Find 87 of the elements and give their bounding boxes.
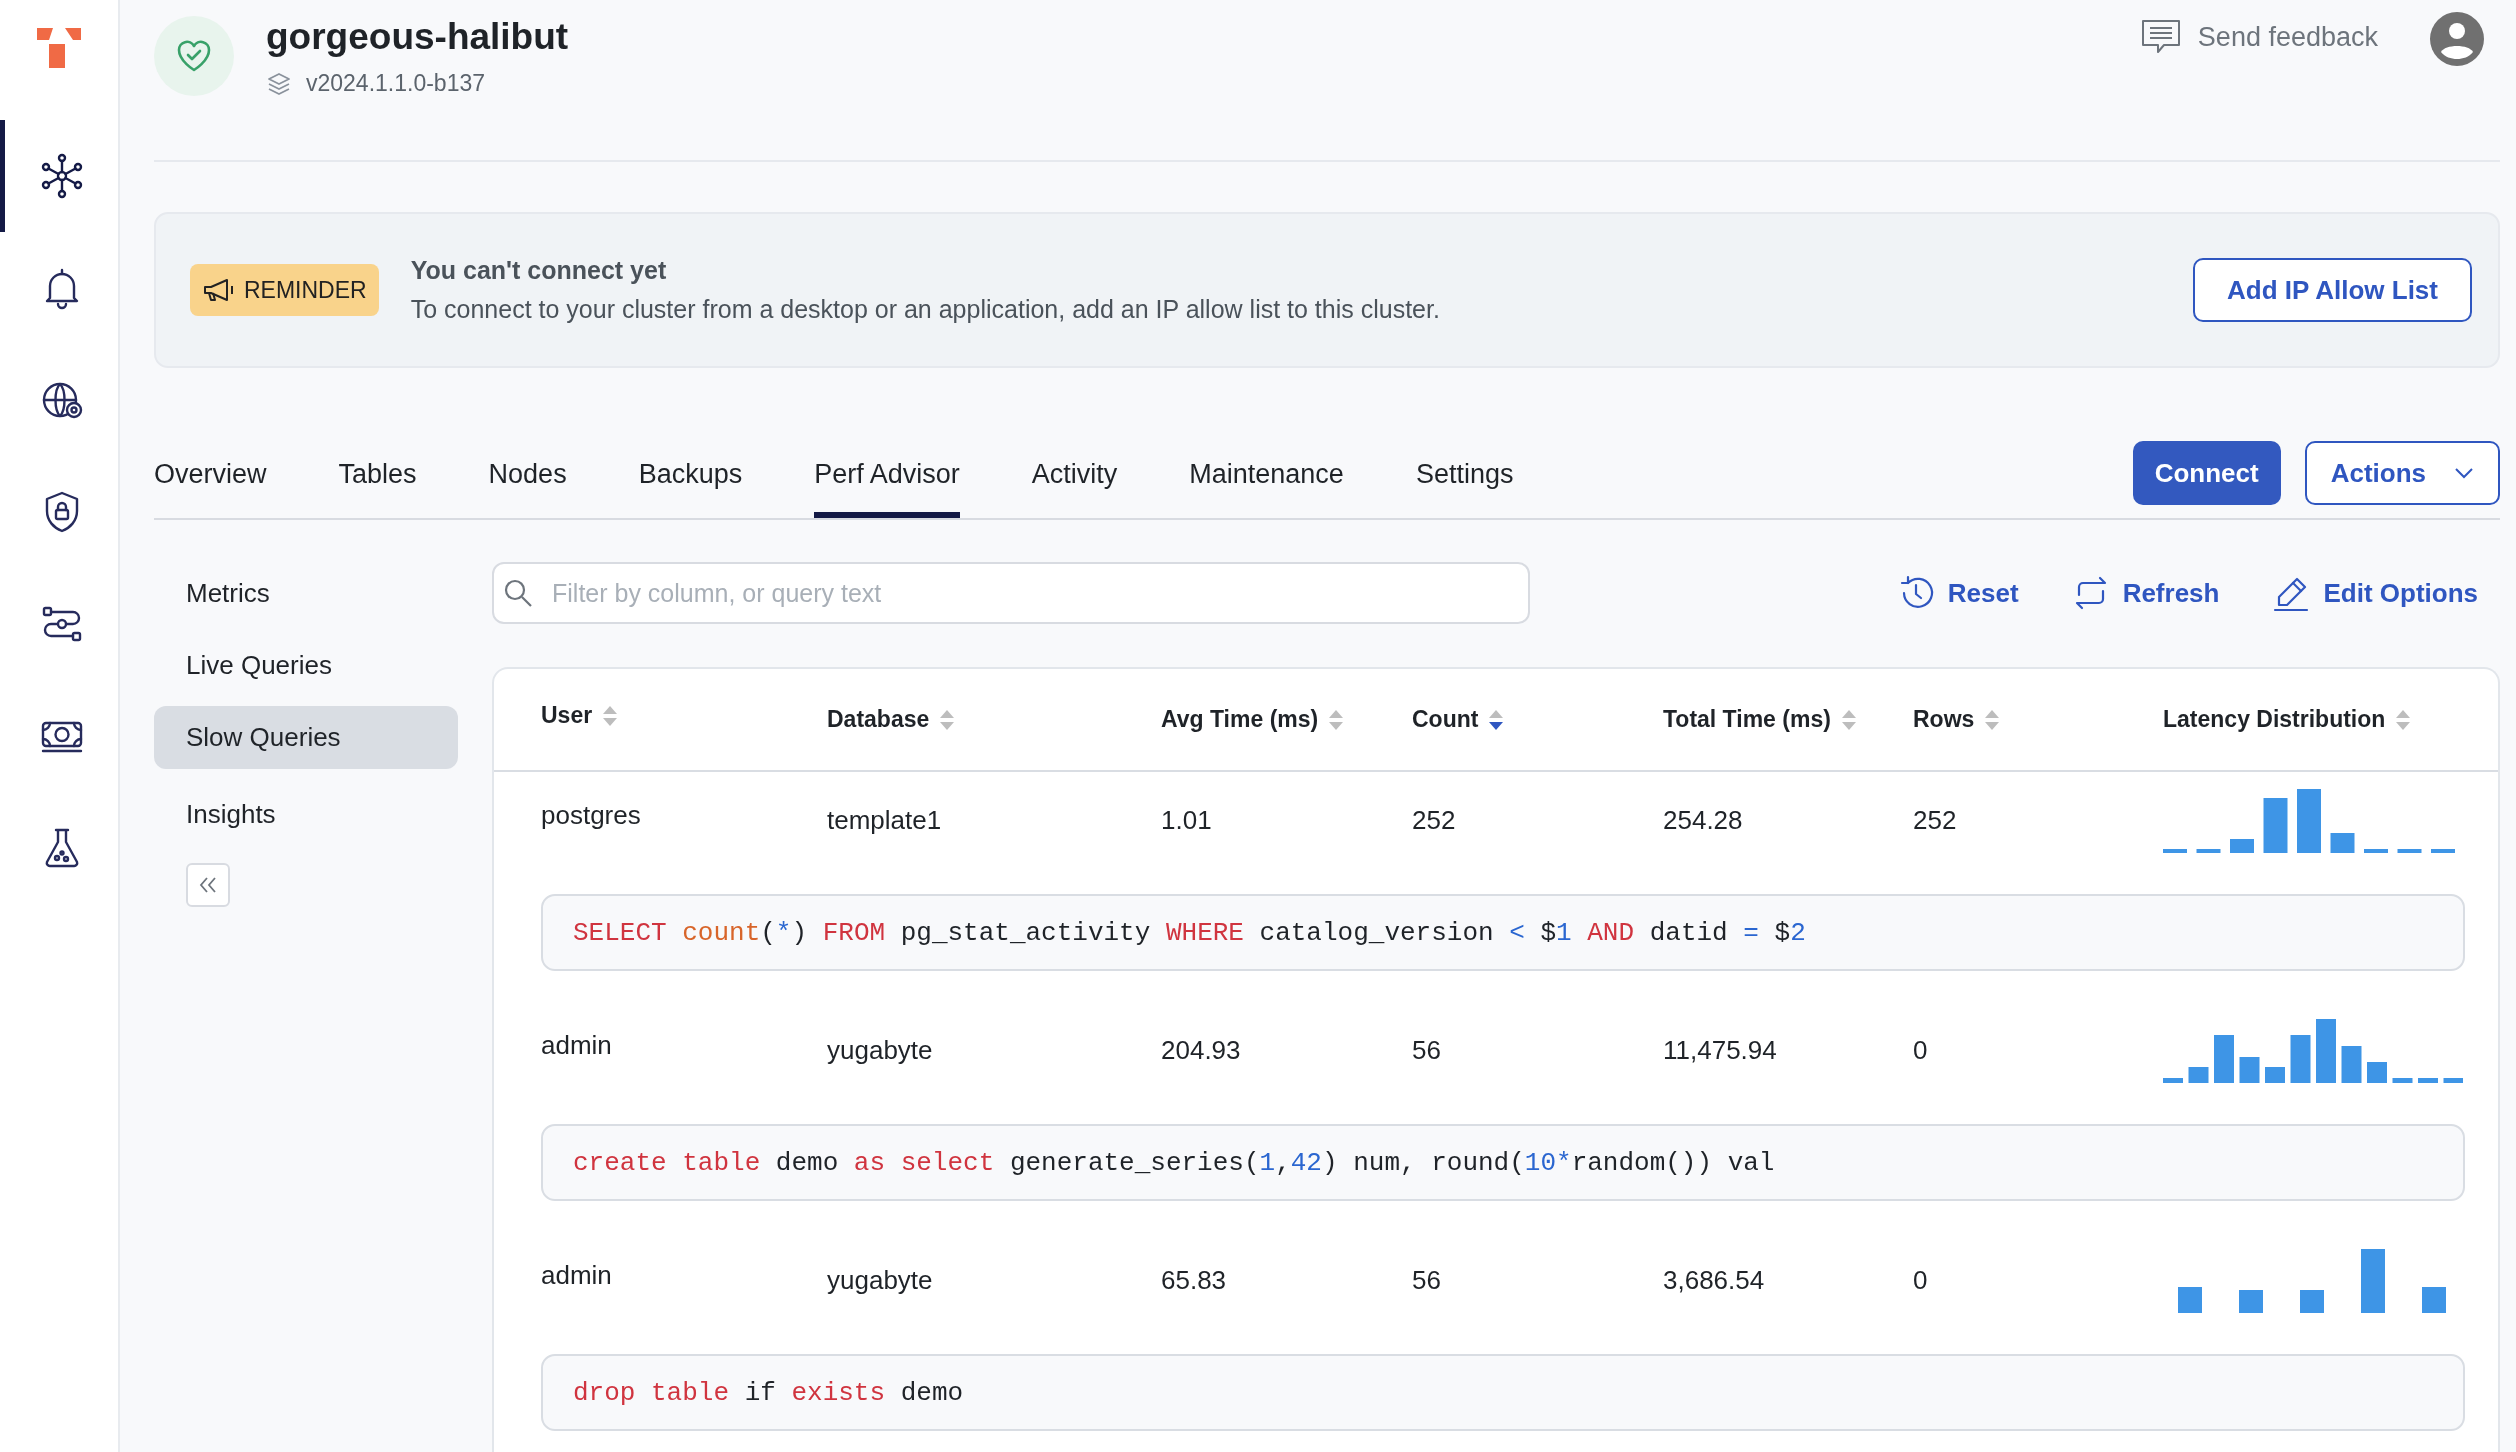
table-cell-text: 252 (1913, 804, 1958, 836)
table-cell-text: admin (541, 1029, 613, 1061)
tab[interactable]: Maintenance (1189, 430, 1344, 518)
tab[interactable]: Nodes (488, 430, 567, 518)
histogram-bar (2214, 1035, 2234, 1083)
user-avatar-icon[interactable] (2430, 12, 2484, 66)
table-cell-text: 56 (1412, 1034, 1442, 1066)
layers-icon (266, 70, 292, 97)
table-cell-text: 0 (1913, 1034, 1929, 1066)
filter-field[interactable]: Filter by column, or query text (492, 562, 1530, 624)
histogram-bar (2178, 1287, 2202, 1313)
table-cell-text: postgres (541, 799, 642, 831)
sub-nav-item[interactable]: Metrics (154, 562, 458, 625)
table-cell-text: 65.83 (1161, 1264, 1228, 1296)
connect-button[interactable]: Connect (2132, 441, 2281, 505)
histogram-bar (2443, 1078, 2463, 1083)
histogram-bar (2316, 1019, 2336, 1083)
send-feedback-label[interactable]: Send feedback (2197, 21, 2378, 53)
query-text: drop table if exists demo (541, 1354, 2465, 1431)
tab[interactable]: Activity (1031, 430, 1118, 518)
query-text: SELECT count(*) FROM pg_stat_activity WHERE catalog_version < $1 AND datid = $2 (541, 894, 2465, 971)
tab[interactable]: Settings (1415, 430, 1514, 518)
histogram-bar (2300, 1290, 2324, 1313)
cluster-name: gorgeous-halibut (266, 16, 569, 58)
histogram-bar (2361, 1249, 2385, 1313)
table-cell-text: 3,686.54 (1663, 1264, 1766, 1296)
table-cell-text: admin (541, 1259, 613, 1291)
histogram-bar (2397, 849, 2422, 853)
reset-button[interactable]: Reset (1895, 573, 2019, 613)
histogram-bar (2239, 1290, 2263, 1313)
tab[interactable]: Backups (638, 430, 743, 518)
column-header[interactable]: Total Time (ms) (1663, 706, 1831, 733)
double-chevron-left-icon[interactable] (198, 876, 218, 894)
reminder-badge: REMINDER (190, 264, 379, 316)
actions-dropdown[interactable]: Actions (2304, 441, 2500, 505)
histogram-bar (2330, 833, 2355, 853)
histogram-bar (2265, 1067, 2285, 1083)
histogram-bar (2297, 789, 2321, 853)
histogram-bar (2392, 1078, 2413, 1083)
table-cell-text: 0 (1913, 1264, 1929, 1296)
column-header[interactable]: Count (1412, 706, 1479, 733)
tab[interactable]: Overview (154, 430, 267, 518)
banner-message: To connect to your cluster from a desktop or an application, add an IP allow list to this cluster. (410, 295, 1440, 324)
edit-options-button[interactable]: Edit Options (2271, 573, 2478, 613)
histogram-bar (2163, 849, 2187, 853)
refresh-button[interactable]: Refresh (2070, 573, 2220, 613)
table-cell-text: template1 (827, 804, 943, 836)
histogram-bar (2196, 849, 2221, 853)
collapse-button[interactable] (186, 863, 230, 907)
sub-nav-item[interactable]: Live Queries (154, 634, 458, 697)
table-cell-text: 254.28 (1663, 804, 1744, 836)
histogram-bar (2418, 1078, 2438, 1083)
histogram-bar (2422, 1287, 2446, 1313)
tab[interactable]: Tables (338, 430, 417, 518)
table-cell-text: 1.01 (1161, 804, 1213, 836)
histogram-bar (2364, 849, 2388, 853)
table-cell-text: 204.93 (1161, 1034, 1242, 1066)
sub-nav-item[interactable]: Insights (154, 783, 458, 846)
column-header[interactable]: User (541, 702, 593, 729)
histogram-bar (2341, 1046, 2362, 1083)
column-header[interactable]: Database (827, 706, 930, 733)
histogram-bar (2239, 1057, 2260, 1083)
table-cell-text: yugabyte (827, 1264, 934, 1296)
histogram-bar (2163, 1078, 2183, 1083)
column-header[interactable]: Avg Time (ms) (1161, 706, 1319, 733)
search-icon (502, 577, 534, 609)
logo-icon (35, 26, 83, 70)
table-cell-text: 11,475.94 (1663, 1034, 1778, 1066)
table-cell-text: 56 (1412, 1264, 1442, 1296)
histogram-bar (2431, 849, 2455, 853)
column-header[interactable]: Rows (1913, 706, 1975, 733)
histogram-bar (2367, 1062, 2387, 1083)
column-header[interactable]: Latency Distribution (2163, 706, 2386, 733)
add-ip-allow-list-button[interactable]: Add IP Allow List (2193, 258, 2472, 322)
tab[interactable]: Perf Advisor (814, 430, 960, 518)
version-label: v2024.1.1.0-b137 (306, 70, 486, 97)
chevron-down-icon[interactable] (2454, 467, 2474, 479)
histogram-bar (2263, 798, 2288, 853)
histogram-bar (2230, 839, 2254, 853)
sub-nav-item[interactable]: Slow Queries (154, 706, 458, 769)
table-cell-text: yugabyte (827, 1034, 934, 1066)
query-text: create table demo as select generate_series(1,42) num, round(10*random()) val (541, 1124, 2465, 1201)
table-cell-text: 252 (1412, 804, 1457, 836)
speech-bubble-icon[interactable] (2139, 18, 2182, 56)
banner-title: You can't connect yet (410, 256, 668, 285)
histogram-bar (2290, 1035, 2311, 1083)
histogram-bar (2188, 1067, 2209, 1083)
